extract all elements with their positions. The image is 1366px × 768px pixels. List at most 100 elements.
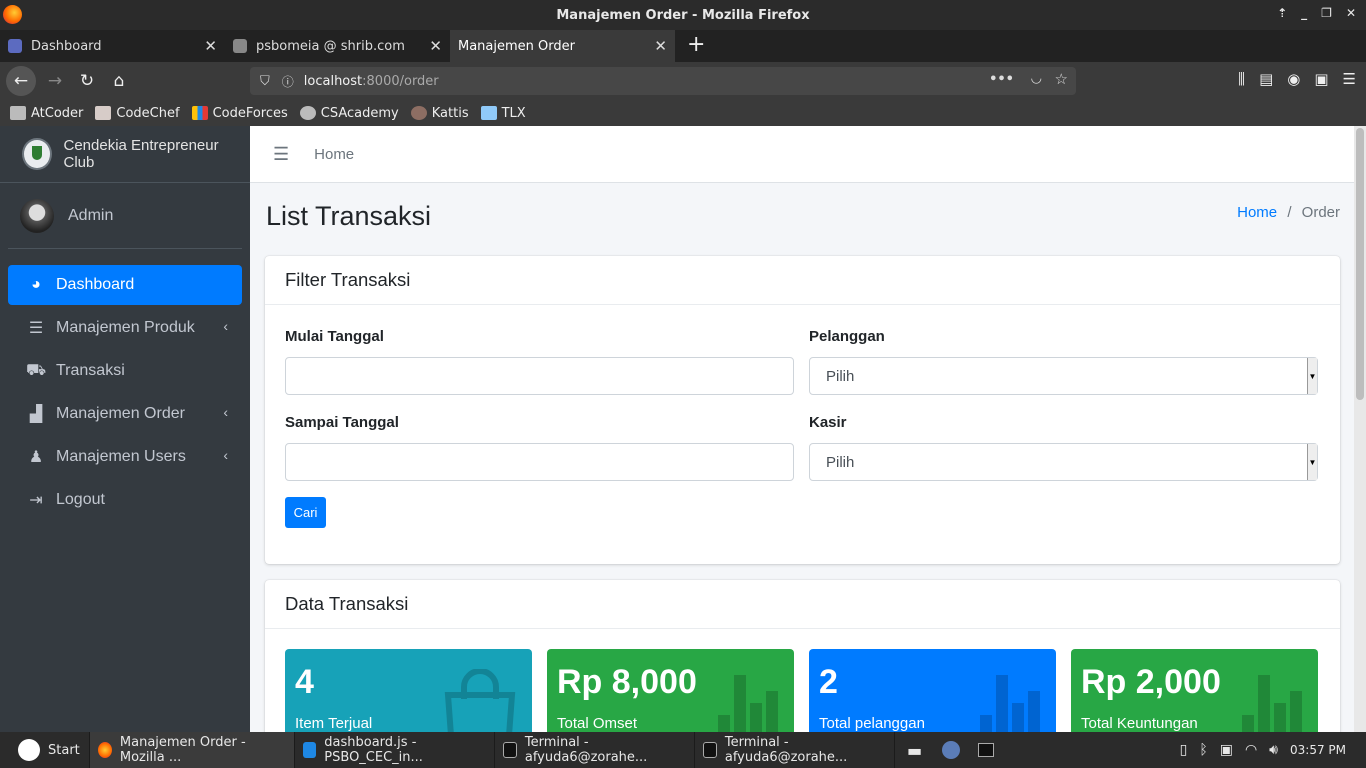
sidebar-item-label: Logout bbox=[56, 491, 105, 508]
sidebar-toggle-icon[interactable]: ▤ bbox=[1259, 70, 1273, 88]
wifi-icon[interactable]: ◠ bbox=[1245, 742, 1257, 758]
tab-dashboard[interactable]: Dashboard ✕ bbox=[0, 30, 225, 62]
sidebar-item-logout[interactable]: ⇥ Logout bbox=[8, 480, 242, 520]
minimize-icon[interactable]: _ bbox=[1301, 6, 1307, 20]
bookmark-label: AtCoder bbox=[31, 105, 84, 121]
extension-icon[interactable]: ▣ bbox=[1314, 70, 1328, 88]
sidebar-menu: ◕ Dashboard ☰ Manajemen Produk ‹ ⛟ Trans… bbox=[0, 249, 250, 520]
customer-select[interactable]: Pilih ▼ bbox=[809, 357, 1318, 395]
sidebar-item-manajemen-order[interactable]: ▟ Manajemen Order ‹ bbox=[8, 394, 242, 434]
taskbar-item-label: Manajemen Order - Mozilla ... bbox=[119, 735, 246, 765]
search-button[interactable]: Cari bbox=[285, 497, 326, 528]
customer-label: Pelanggan bbox=[809, 328, 885, 345]
cashier-label: Kasir bbox=[809, 414, 847, 431]
taskbar-item-firefox[interactable]: Manajemen Order - Mozilla ... bbox=[90, 732, 295, 768]
brand-name: Cendekia Entrepreneur Club bbox=[63, 137, 219, 171]
close-tab-icon[interactable]: ✕ bbox=[429, 37, 442, 55]
reload-icon[interactable]: ↻ bbox=[74, 68, 100, 94]
topnav-home-link[interactable]: Home bbox=[314, 146, 354, 163]
pocket-icon[interactable]: ◡ bbox=[1031, 71, 1042, 86]
tab-shrib[interactable]: psbomeia @ shrib.com ✕ bbox=[225, 30, 450, 62]
bookmark-codechef[interactable]: CodeChef bbox=[95, 105, 180, 121]
back-arrow-icon[interactable]: ← bbox=[6, 66, 36, 96]
system-tray: ▯ ᛒ ▣ ◠ 🔊︎ 03:57 PM bbox=[1180, 732, 1346, 768]
taskbar-item-vscode[interactable]: dashboard.js - PSBO_CEC_in... bbox=[295, 732, 495, 768]
users-icon: ♟ bbox=[28, 449, 44, 466]
new-tab-icon[interactable]: + bbox=[675, 30, 717, 62]
taskbar-item-terminal-2[interactable]: Terminal - afyuda6@zorahe... bbox=[695, 732, 895, 768]
clock[interactable]: 03:57 PM bbox=[1290, 743, 1346, 757]
data-card: Data Transaksi 4 Item Terjual Rp 8,000 T… bbox=[265, 580, 1340, 732]
bookmark-star-icon[interactable]: ☆ bbox=[1055, 70, 1068, 88]
brand-link[interactable]: Cendekia Entrepreneur Club bbox=[0, 126, 250, 183]
bookmark-label: CodeForces bbox=[212, 105, 288, 121]
bluetooth-icon[interactable]: ᛒ bbox=[1199, 742, 1207, 758]
chevron-left-icon: ‹ bbox=[223, 404, 228, 420]
brand-logo-icon bbox=[22, 138, 52, 170]
url-text[interactable]: localhost:8000/order bbox=[304, 74, 439, 89]
end-date-input[interactable] bbox=[285, 443, 794, 481]
sidebar-item-dashboard[interactable]: ◕ Dashboard bbox=[8, 265, 242, 305]
start-date-input[interactable] bbox=[285, 357, 794, 395]
bookmark-kattis[interactable]: Kattis bbox=[410, 105, 469, 121]
sidebar-item-manajemen-produk[interactable]: ☰ Manajemen Produk ‹ bbox=[8, 308, 242, 348]
close-window-icon[interactable]: ✕ bbox=[1346, 6, 1356, 20]
page-scrollbar[interactable] bbox=[1354, 126, 1366, 732]
atcoder-icon bbox=[10, 106, 26, 120]
taskbar-item-label: Terminal - afyuda6@zorahe... bbox=[524, 735, 648, 765]
bookmark-tlx[interactable]: TLX bbox=[480, 106, 526, 121]
stat-value: Rp 2,000 bbox=[1081, 663, 1221, 701]
scrollbar-thumb[interactable] bbox=[1356, 128, 1364, 400]
web-page: Cendekia Entrepreneur Club Admin ◕ Dashb… bbox=[0, 126, 1366, 732]
storage-icon[interactable]: ▣ bbox=[1220, 742, 1233, 758]
terminal-icon bbox=[703, 742, 717, 758]
stat-label: Total Omset bbox=[557, 715, 638, 732]
tab-manajemen-order[interactable]: Manajemen Order ✕ bbox=[450, 30, 675, 62]
page-title: List Transaksi bbox=[266, 200, 432, 231]
breadcrumb-current: Order bbox=[1301, 203, 1340, 221]
tab-bar: Dashboard ✕ psbomeia @ shrib.com ✕ Manaj… bbox=[0, 30, 1366, 62]
terminal-launcher-icon[interactable] bbox=[978, 743, 995, 757]
info-icon[interactable]: ⓘ bbox=[282, 73, 294, 90]
page-actions-icon[interactable]: ••• bbox=[989, 72, 1014, 87]
window-controls: ⇡ _ ❐ ✕ bbox=[1277, 6, 1356, 20]
volume-icon[interactable]: 🔊︎ bbox=[1269, 742, 1278, 758]
bookmark-csacademy[interactable]: CSAcademy bbox=[299, 106, 399, 121]
tab-label: Manajemen Order bbox=[458, 38, 575, 54]
sidebar-item-manajemen-users[interactable]: ♟ Manajemen Users ‹ bbox=[8, 437, 242, 477]
library-icon[interactable]: ⫼ bbox=[1238, 70, 1245, 88]
stat-box-customers: 2 Total pelanggan bbox=[809, 649, 1056, 732]
maximize-icon[interactable]: ❐ bbox=[1321, 6, 1332, 20]
top-navbar: ☰ Home bbox=[250, 126, 1354, 183]
firefox-logo-icon bbox=[3, 5, 22, 24]
home-icon[interactable]: ⌂ bbox=[106, 68, 132, 94]
close-tab-icon[interactable]: ✕ bbox=[654, 37, 667, 55]
bookmark-atcoder[interactable]: AtCoder bbox=[10, 106, 83, 121]
user-panel[interactable]: Admin bbox=[8, 183, 242, 249]
breadcrumb-home-link[interactable]: Home bbox=[1237, 204, 1277, 221]
sidebar: Cendekia Entrepreneur Club Admin ◕ Dashb… bbox=[0, 126, 250, 732]
chevron-left-icon: ‹ bbox=[223, 318, 228, 334]
sidebar-item-transaksi[interactable]: ⛟ Transaksi bbox=[8, 351, 242, 391]
start-button[interactable]: Start bbox=[0, 732, 90, 768]
account-icon[interactable]: ◉ bbox=[1287, 70, 1300, 88]
url-bar[interactable]: ⛉ ⓘ localhost:8000/order ••• ◡ ☆ bbox=[250, 67, 1076, 95]
file-manager-icon[interactable]: ▬ bbox=[907, 741, 922, 760]
bookmark-label: CodeChef bbox=[116, 105, 180, 121]
taskbar-item-terminal-1[interactable]: Terminal - afyuda6@zorahe... bbox=[495, 732, 695, 768]
web-browser-icon[interactable] bbox=[942, 741, 961, 759]
bookmark-label: Kattis bbox=[431, 105, 469, 121]
close-tab-icon[interactable]: ✕ bbox=[204, 37, 217, 55]
taskbar-item-label: Terminal - afyuda6@zorahe... bbox=[724, 735, 848, 765]
cashier-select[interactable]: Pilih ▼ bbox=[809, 443, 1318, 481]
globe-icon bbox=[299, 106, 316, 120]
navigation-toolbar: ← → ↻ ⌂ ⛉ ⓘ localhost:8000/order ••• ◡ ☆… bbox=[0, 62, 1366, 100]
keep-above-icon[interactable]: ⇡ bbox=[1277, 6, 1287, 20]
forward-arrow-icon[interactable]: → bbox=[42, 68, 68, 94]
dropdown-arrow-icon: ▼ bbox=[1307, 444, 1317, 480]
hamburger-menu-icon[interactable]: ☰ bbox=[273, 144, 289, 165]
bookmark-codeforces[interactable]: CodeForces bbox=[191, 105, 288, 121]
menu-icon[interactable]: ☰ bbox=[1343, 70, 1356, 88]
battery-icon[interactable]: ▯ bbox=[1180, 742, 1188, 758]
shield-icon[interactable]: ⛉ bbox=[260, 74, 270, 89]
